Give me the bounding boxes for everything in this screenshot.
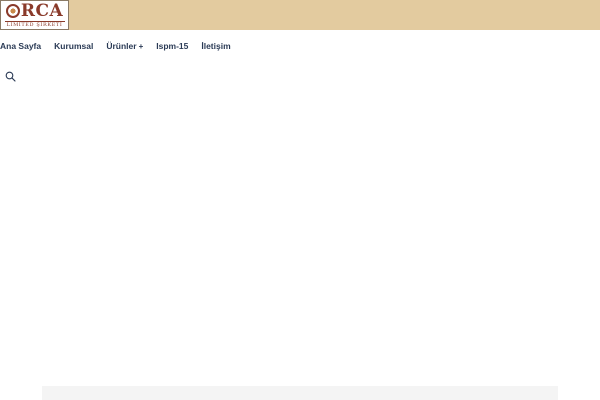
submenu-plus-icon[interactable]: + [139,42,144,51]
nav-item-iletisim[interactable]: İletişim [201,41,230,51]
nav-item-urunler[interactable]: Ürünler + [106,41,143,51]
logo-word-text: RCA [20,1,64,21]
nav-item-label: Kurumsal [54,41,94,51]
logo-subtitle: LİMİTED ŞİRKETİ [6,22,63,28]
top-banner: RCA LİMİTED ŞİRKETİ [0,0,600,30]
nav-item-kurumsal[interactable]: Kurumsal [54,41,93,51]
nav-item-ispm-15[interactable]: Ispm-15 [156,41,188,51]
nav-item-ana-sayfa[interactable]: Ana Sayfa [0,41,41,51]
search-button[interactable] [5,69,16,82]
nav-item-label: İletişim [201,41,231,51]
search-icon [5,71,16,82]
nav-item-label: Ispm-15 [156,41,189,51]
nav-item-label: Ana Sayfa [0,41,42,51]
content-section-top [42,386,558,400]
main-navigation: Ana Sayfa Kurumsal Ürünler + Ispm-15 İle… [0,38,244,54]
nav-item-label: Ürünler [106,41,137,51]
site-logo[interactable]: RCA LİMİTED ŞİRKETİ [0,0,69,30]
logo-emblem-icon [5,4,20,18]
logo-wordmark: RCA [5,1,64,21]
